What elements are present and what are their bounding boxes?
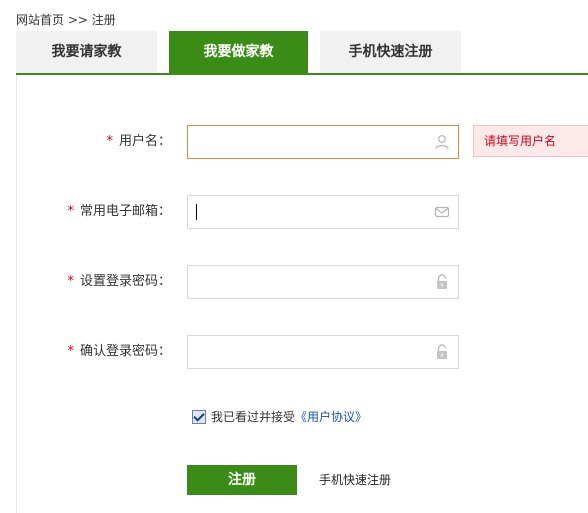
username-row: * 用户名： 请填写用户名 (17, 125, 588, 159)
password-label: * 设置登录密码： (67, 265, 171, 299)
email-field[interactable] (187, 195, 459, 229)
email-row: * 常用电子邮箱： (17, 195, 588, 229)
password-field[interactable] (187, 265, 459, 299)
tab-become-tutor[interactable]: 我要做家教 (169, 31, 308, 73)
tab-hire-tutor[interactable]: 我要请家教 (16, 31, 157, 73)
tab-mobile-register[interactable]: 手机快速注册 (320, 31, 461, 73)
required-mark: * (67, 344, 74, 359)
email-label-text: 常用电子邮箱： (79, 204, 171, 219)
username-input[interactable] (194, 130, 424, 154)
agree-text: 我已看过并接受 (211, 410, 296, 424)
username-field[interactable] (187, 125, 459, 159)
breadcrumb: 网站首页 >> 注册 (16, 11, 116, 28)
required-mark: * (67, 274, 74, 289)
email-label: * 常用电子邮箱： (67, 195, 171, 229)
agreement-row: 我已看过并接受《用户协议》 (192, 408, 367, 426)
username-label-text: 用户名： (118, 134, 171, 149)
email-input[interactable] (194, 200, 424, 224)
password-label-text: 设置登录密码： (79, 274, 171, 289)
user-icon (434, 134, 450, 150)
breadcrumb-home-link[interactable]: 网站首页 (16, 13, 64, 27)
confirm-password-field[interactable] (187, 335, 459, 369)
username-label: * 用户名： (106, 125, 171, 159)
register-form: * 用户名： 请填写用户名 * 常用电子邮箱： * 设置登录密码： * 确认登录… (16, 75, 588, 513)
password-row: * 设置登录密码： (17, 265, 588, 299)
mobile-quick-register-link[interactable]: 手机快速注册 (319, 465, 391, 495)
breadcrumb-separator: >> (67, 13, 88, 27)
confirm-password-input[interactable] (194, 340, 424, 364)
confirm-password-label: * 确认登录密码： (67, 335, 171, 369)
lock-icon (434, 274, 450, 290)
lock-icon (434, 344, 450, 360)
password-input[interactable] (194, 270, 424, 294)
agree-checkbox[interactable] (192, 409, 206, 424)
username-error-tip: 请填写用户名 (473, 125, 588, 157)
required-mark: * (106, 134, 113, 149)
confirm-password-label-text: 确认登录密码： (79, 344, 171, 359)
required-mark: * (67, 204, 74, 219)
breadcrumb-current: 注册 (91, 13, 116, 27)
user-agreement-link[interactable]: 《用户协议》 (295, 410, 367, 424)
register-button[interactable]: 注册 (187, 465, 297, 495)
confirm-password-row: * 确认登录密码： (17, 335, 588, 369)
mail-icon (434, 204, 450, 220)
tab-bar: 我要请家教 我要做家教 手机快速注册 (16, 31, 588, 75)
